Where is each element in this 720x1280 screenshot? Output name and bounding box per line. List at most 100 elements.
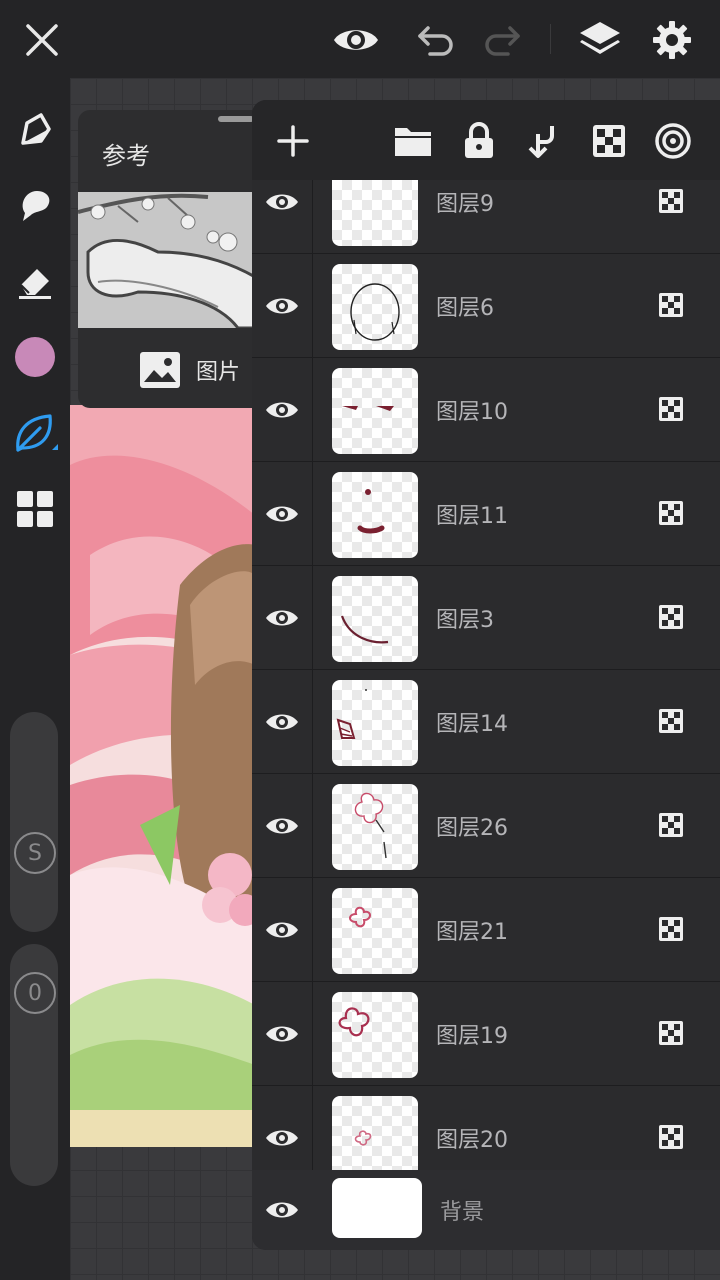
layer-alpha-lock-toggle[interactable] (658, 916, 686, 944)
eye-icon (266, 1130, 298, 1146)
layer-alpha-lock-toggle[interactable] (658, 1124, 686, 1152)
layer-row[interactable]: 图层9 (252, 180, 720, 254)
lock-layer-button[interactable] (452, 114, 506, 168)
layer-alpha-lock-toggle[interactable] (658, 396, 686, 424)
layer-visibility-toggle[interactable] (262, 598, 302, 638)
artwork-illustration (70, 405, 255, 1147)
alpha-lock-icon (659, 605, 683, 629)
color-swatch-button[interactable] (10, 332, 60, 382)
alpha-lock-icon (659, 813, 683, 837)
layer-alpha-lock-toggle[interactable] (658, 812, 686, 840)
layer-row[interactable]: 图层19 (252, 982, 720, 1086)
color-swatch (15, 337, 55, 377)
layer-row[interactable]: 图层6 (252, 254, 720, 358)
alpha-lock-button[interactable] (582, 114, 636, 168)
undo-button[interactable] (410, 14, 462, 66)
artwork-canvas[interactable] (70, 405, 255, 1147)
layer-name: 图层11 (436, 504, 508, 529)
layers-toolbar (252, 100, 720, 180)
layer-alpha-lock-toggle[interactable] (658, 500, 686, 528)
smudge-tool-button[interactable] (10, 180, 60, 230)
gallery-grid-icon (17, 491, 53, 527)
alpha-lock-icon (659, 1021, 683, 1045)
layer-thumbnail (332, 264, 418, 350)
top-bar (0, 0, 720, 78)
redo-icon (485, 26, 520, 56)
reference-type[interactable]: 图片 (138, 350, 240, 390)
layer-visibility-toggle[interactable] (262, 182, 302, 222)
layer-name: 图层19 (436, 1024, 508, 1049)
layer-divider (312, 878, 313, 982)
layer-alpha-lock-toggle[interactable] (658, 604, 686, 632)
leaf-brush-icon (16, 414, 58, 452)
layer-thumbnail (332, 784, 418, 870)
layer-visibility-toggle[interactable] (262, 286, 302, 326)
layer-row[interactable]: 图层10 (252, 358, 720, 462)
gallery-button[interactable] (10, 484, 60, 534)
eraser-tool-button[interactable] (10, 256, 60, 306)
layer-visibility-toggle[interactable] (262, 910, 302, 950)
layer-row[interactable]: 图层26 (252, 774, 720, 878)
alpha-lock-icon (659, 293, 683, 317)
layer-divider (312, 358, 313, 462)
pen-tool-icon (21, 113, 51, 145)
eye-icon (266, 610, 298, 626)
layer-visibility-toggle[interactable] (262, 390, 302, 430)
layer-name: 图层26 (436, 816, 508, 841)
background-layer-name: 背景 (440, 1200, 485, 1225)
eye-icon (266, 714, 298, 730)
layer-alpha-lock-toggle[interactable] (658, 188, 686, 216)
blend-mode-button[interactable] (646, 114, 700, 168)
preview-button[interactable] (330, 14, 382, 66)
layer-divider (312, 774, 313, 878)
alpha-lock-icon (659, 1125, 683, 1149)
layer-visibility-toggle[interactable] (262, 702, 302, 742)
pen-tool-button[interactable] (10, 104, 60, 154)
layer-visibility-toggle[interactable] (262, 1014, 302, 1054)
reference-panel[interactable]: 参考 图片 (78, 110, 278, 408)
layer-divider (312, 462, 313, 566)
add-layer-button[interactable] (266, 114, 320, 168)
layer-visibility-toggle[interactable] (262, 494, 302, 534)
eye-icon (266, 1202, 298, 1218)
layer-row[interactable]: 图层20 (252, 1086, 720, 1170)
layers-button[interactable] (574, 14, 626, 66)
layer-thumbnail (332, 680, 418, 766)
new-folder-button[interactable] (386, 114, 440, 168)
layer-visibility-toggle[interactable] (262, 1118, 302, 1158)
alpha-lock-icon (659, 709, 683, 733)
layer-thumbnail (332, 992, 418, 1078)
redo-button[interactable] (476, 14, 528, 66)
layer-alpha-lock-toggle[interactable] (658, 1020, 686, 1048)
eye-icon (266, 298, 298, 314)
layer-alpha-lock-toggle[interactable] (658, 708, 686, 736)
layer-divider (312, 982, 313, 1086)
layer-visibility-toggle[interactable] (262, 806, 302, 846)
reference-image (78, 192, 278, 328)
brush-size-knob[interactable]: S (14, 832, 56, 874)
merge-down-button[interactable] (516, 114, 570, 168)
background-layer-row[interactable]: 背景 (252, 1170, 720, 1250)
toolbar-divider (550, 24, 551, 54)
alpha-lock-icon (659, 917, 683, 941)
layer-row[interactable]: 图层14 (252, 670, 720, 774)
background-thumbnail (332, 1178, 422, 1238)
merge-down-icon (528, 126, 554, 158)
close-button[interactable] (16, 14, 68, 66)
layer-alpha-lock-toggle[interactable] (658, 292, 686, 320)
opacity-knob[interactable]: 0 (14, 972, 56, 1014)
layer-thumbnail (332, 888, 418, 974)
brush-tool-button[interactable] (10, 408, 60, 458)
eye-icon (334, 30, 378, 50)
background-visibility-toggle[interactable] (262, 1190, 302, 1230)
alpha-lock-icon (659, 501, 683, 525)
settings-button[interactable] (646, 14, 698, 66)
folder-icon (395, 128, 431, 156)
layer-list[interactable]: 图层9 图层6 图层10 图层11 图层3 图层14 图层26 图层21 图层19 图层20 (252, 180, 720, 1170)
brush-size-slider[interactable] (10, 712, 58, 932)
layer-name: 图层9 (436, 192, 494, 217)
layer-row[interactable]: 图层3 (252, 566, 720, 670)
layer-row[interactable]: 图层21 (252, 878, 720, 982)
layer-row[interactable]: 图层11 (252, 462, 720, 566)
reference-drag-handle[interactable] (218, 116, 254, 122)
